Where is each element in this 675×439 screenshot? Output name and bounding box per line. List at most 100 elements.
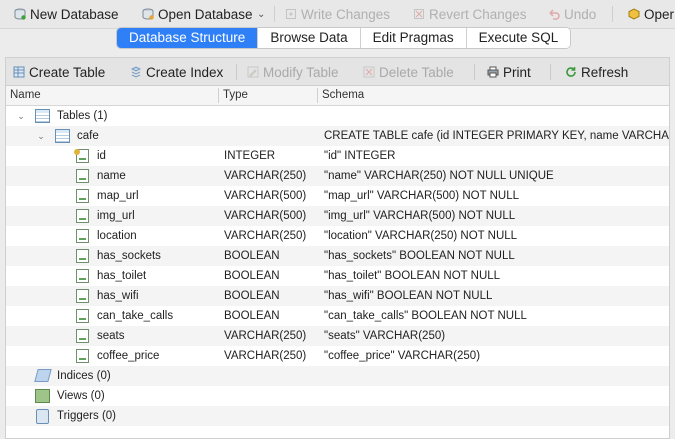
print-button[interactable]: Print bbox=[487, 63, 531, 81]
undo-icon bbox=[548, 8, 560, 20]
field-schema: "has_sockets" BOOLEAN NOT NULL bbox=[324, 250, 515, 262]
toolbar-divider bbox=[550, 64, 551, 80]
field-name: img_url bbox=[97, 210, 135, 222]
column-header-type[interactable]: Type bbox=[223, 89, 248, 101]
field-schema: "location" VARCHAR(250) NOT NULL bbox=[324, 230, 518, 242]
toolbar-divider bbox=[274, 6, 275, 22]
new-database-button[interactable]: New Database bbox=[14, 4, 119, 24]
schema-tree[interactable]: Name Type Schema ⌄ Tables (1) ⌄ cafe CRE… bbox=[5, 85, 670, 439]
tree-header: Name Type Schema bbox=[6, 86, 669, 106]
printer-icon bbox=[487, 66, 499, 78]
field-row[interactable]: can_take_calls BOOLEAN "can_take_calls" … bbox=[6, 306, 669, 326]
triggers-icon bbox=[36, 409, 49, 424]
field-type: VARCHAR(250) bbox=[224, 230, 307, 242]
field-type: BOOLEAN bbox=[224, 250, 280, 262]
field-type: BOOLEAN bbox=[224, 310, 280, 322]
field-icon bbox=[76, 289, 89, 303]
field-name: can_take_calls bbox=[97, 310, 174, 322]
field-row[interactable]: name VARCHAR(250) "name" VARCHAR(250) NO… bbox=[6, 166, 669, 186]
table-name: cafe bbox=[77, 130, 99, 142]
field-type: BOOLEAN bbox=[224, 270, 280, 282]
column-divider[interactable] bbox=[317, 88, 318, 103]
indices-label: Indices (0) bbox=[57, 370, 111, 382]
toolbar-divider bbox=[612, 6, 613, 22]
field-row[interactable]: seats VARCHAR(250) "seats" VARCHAR(250) bbox=[6, 326, 669, 346]
toolbar-divider bbox=[474, 64, 475, 80]
open-database-dropdown-icon[interactable]: ⌄ bbox=[257, 9, 265, 20]
create-table-label: Create Table bbox=[29, 64, 106, 80]
delete-table-button[interactable]: Delete Table bbox=[363, 63, 454, 81]
column-header-name[interactable]: Name bbox=[10, 89, 41, 101]
tab-browse-data[interactable]: Browse Data bbox=[258, 28, 361, 48]
field-name: has_toilet bbox=[97, 270, 147, 282]
field-schema: "has_toilet" BOOLEAN NOT NULL bbox=[324, 270, 501, 282]
field-row[interactable]: id INTEGER "id" INTEGER bbox=[6, 146, 669, 166]
refresh-button[interactable]: Refresh bbox=[565, 63, 628, 81]
primary-key-field-icon bbox=[74, 149, 89, 163]
field-type: INTEGER bbox=[224, 150, 276, 162]
create-table-button[interactable]: Create Table bbox=[13, 63, 105, 81]
open-project-icon bbox=[628, 8, 640, 20]
table-schema: CREATE TABLE cafe (id INTEGER PRIMARY KE… bbox=[324, 130, 669, 142]
open-project-button[interactable]: Oper bbox=[628, 4, 674, 24]
revert-changes-button[interactable]: Revert Changes bbox=[413, 4, 527, 24]
undo-label: Undo bbox=[564, 6, 597, 22]
create-index-button[interactable]: Create Index bbox=[130, 63, 223, 81]
new-database-icon bbox=[14, 8, 26, 20]
tree-row-table-cafe[interactable]: ⌄ cafe CREATE TABLE cafe (id INTEGER PRI… bbox=[6, 126, 669, 146]
undo-button[interactable]: Undo bbox=[548, 4, 596, 24]
open-database-label: Open Database bbox=[158, 6, 253, 22]
field-row[interactable]: img_url VARCHAR(500) "img_url" VARCHAR(5… bbox=[6, 206, 669, 226]
tree-row-views[interactable]: Views (0) bbox=[6, 386, 669, 406]
field-row[interactable]: location VARCHAR(250) "location" VARCHAR… bbox=[6, 226, 669, 246]
field-row[interactable]: map_url VARCHAR(500) "map_url" VARCHAR(5… bbox=[6, 186, 669, 206]
open-database-button[interactable]: Open Database bbox=[142, 4, 253, 24]
field-icon bbox=[76, 229, 89, 243]
field-icon bbox=[76, 249, 89, 263]
collapse-chevron-icon[interactable]: ⌄ bbox=[16, 106, 26, 126]
refresh-icon bbox=[565, 66, 577, 78]
revert-changes-label: Revert Changes bbox=[429, 6, 527, 22]
field-type: VARCHAR(250) bbox=[224, 330, 307, 342]
field-schema: "seats" VARCHAR(250) bbox=[324, 330, 446, 342]
refresh-label: Refresh bbox=[581, 64, 629, 80]
field-row[interactable]: has_wifi BOOLEAN "has_wifi" BOOLEAN NOT … bbox=[6, 286, 669, 306]
field-name: has_wifi bbox=[97, 290, 139, 302]
views-icon bbox=[35, 389, 50, 403]
field-schema: "coffee_price" VARCHAR(250) bbox=[324, 350, 481, 362]
modify-table-button[interactable]: Modify Table bbox=[247, 63, 339, 81]
tree-row-triggers[interactable]: Triggers (0) bbox=[6, 406, 669, 426]
field-type: VARCHAR(250) bbox=[224, 350, 307, 362]
field-schema: "can_take_calls" BOOLEAN NOT NULL bbox=[324, 310, 527, 322]
field-row[interactable]: has_toilet BOOLEAN "has_toilet" BOOLEAN … bbox=[6, 266, 669, 286]
views-label: Views (0) bbox=[57, 390, 105, 402]
field-icon bbox=[76, 209, 89, 223]
triggers-label: Triggers (0) bbox=[57, 410, 116, 422]
write-changes-button[interactable]: Write Changes bbox=[285, 4, 390, 24]
tab-edit-pragmas[interactable]: Edit Pragmas bbox=[360, 28, 467, 48]
toolbar-divider bbox=[236, 64, 237, 80]
tab-execute-sql[interactable]: Execute SQL bbox=[466, 28, 571, 48]
field-type: VARCHAR(500) bbox=[224, 190, 307, 202]
tables-label: Tables (1) bbox=[57, 110, 108, 122]
create-index-icon bbox=[130, 66, 142, 78]
tree-row-tables[interactable]: ⌄ Tables (1) bbox=[6, 106, 669, 126]
tree-row-indices[interactable]: Indices (0) bbox=[6, 366, 669, 386]
column-header-schema[interactable]: Schema bbox=[322, 89, 364, 101]
new-database-label: New Database bbox=[30, 6, 119, 22]
field-row[interactable]: has_sockets BOOLEAN "has_sockets" BOOLEA… bbox=[6, 246, 669, 266]
field-schema: "has_wifi" BOOLEAN NOT NULL bbox=[324, 290, 493, 302]
field-name: id bbox=[97, 150, 106, 162]
tab-database-structure[interactable]: Database Structure bbox=[117, 28, 259, 48]
field-row[interactable]: coffee_price VARCHAR(250) "coffee_price"… bbox=[6, 346, 669, 366]
collapse-chevron-icon[interactable]: ⌄ bbox=[36, 126, 46, 146]
structure-toolbar: Create Table Create Index Modify Table D… bbox=[5, 57, 670, 85]
field-type: BOOLEAN bbox=[224, 290, 280, 302]
write-changes-label: Write Changes bbox=[301, 6, 391, 22]
column-divider[interactable] bbox=[218, 88, 219, 103]
field-name: name bbox=[97, 170, 126, 182]
field-icon bbox=[76, 309, 89, 323]
tables-icon bbox=[35, 109, 50, 123]
field-name: seats bbox=[97, 330, 125, 342]
field-icon bbox=[76, 349, 89, 363]
